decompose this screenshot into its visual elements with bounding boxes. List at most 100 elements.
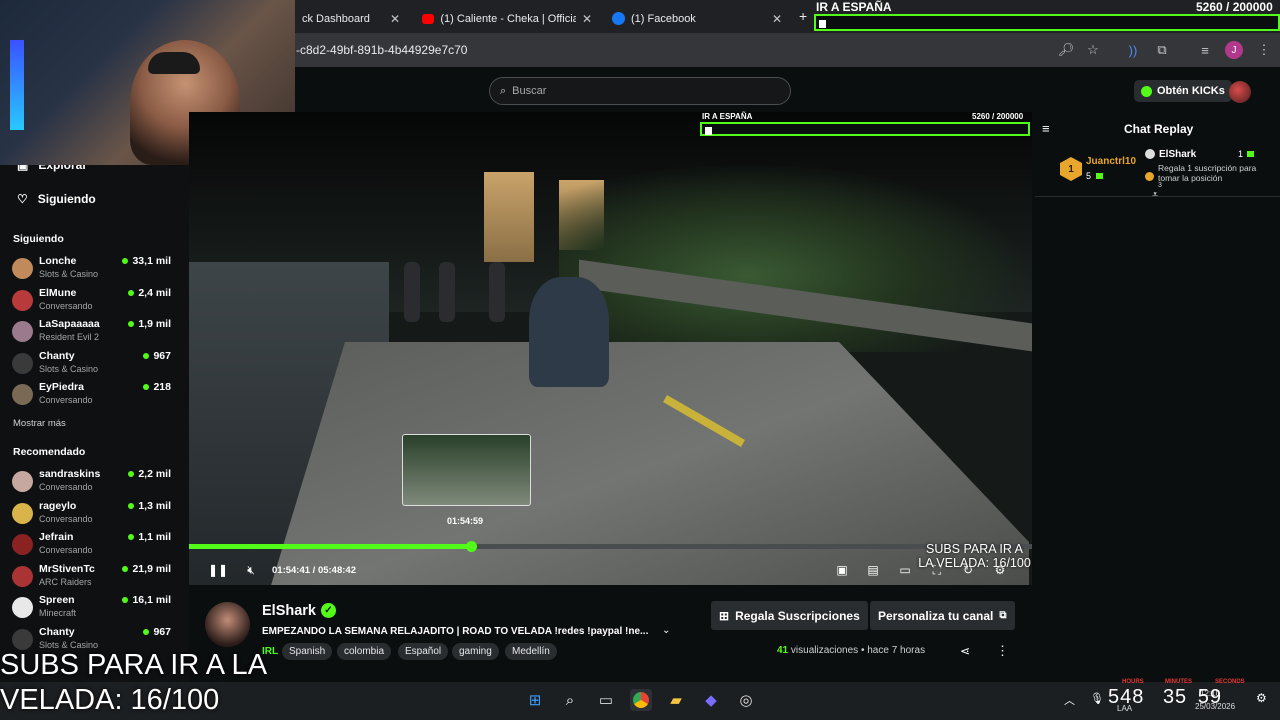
time-separator: / [312, 565, 316, 576]
viewer-count-value: 1,1 mil [138, 531, 171, 544]
seek-bar-handle[interactable] [465, 541, 477, 552]
video-person [489, 262, 505, 322]
video-player[interactable] [189, 112, 1032, 585]
streamer-sub-count: 1 [1238, 149, 1244, 159]
theater-mode-button[interactable]: ▭ [896, 562, 914, 578]
tag-chip[interactable]: colombia [337, 643, 392, 660]
tab-label: ck Dashboard [302, 12, 370, 25]
file-explorer-icon[interactable]: ▰ [665, 689, 687, 711]
profile-icon[interactable]: J [1225, 41, 1243, 59]
notification-icon[interactable]: ⚙ [1256, 691, 1267, 705]
chevron-up-icon[interactable]: ︿ [1064, 692, 1075, 708]
tag-chip[interactable]: gaming [452, 643, 499, 660]
pause-button[interactable]: ❚❚ [208, 562, 228, 578]
channel-category: Slots & Casino [39, 363, 99, 374]
viewer-count: 967 [143, 350, 171, 362]
windows-start-icon[interactable]: ⊞ [524, 689, 546, 711]
youtube-icon [422, 13, 435, 24]
pip-button[interactable]: ▣ [833, 562, 851, 578]
search-icon[interactable]: ⌕ [559, 689, 581, 711]
media-icon[interactable]: ≡ [1196, 41, 1214, 59]
share-icon[interactable]: ⋖ [960, 644, 970, 658]
puzzle-icon[interactable]: ⧉ [1153, 41, 1171, 59]
live-dot-icon [122, 258, 129, 264]
extension-icon[interactable]: )) [1124, 41, 1142, 59]
channel-avatar [12, 502, 33, 524]
clock-frames: 59 [1197, 686, 1222, 708]
viewer-count: 1,3 mil [128, 500, 171, 512]
recommended-channel-row[interactable]: Jefrain Conversando 1,1 mil [12, 531, 177, 561]
tag-chip[interactable]: Español [398, 643, 449, 660]
clock-hours: 5 [1108, 686, 1121, 708]
chrome-icon[interactable] [630, 689, 652, 711]
top-goal-title: IR A ESPAÑA [816, 0, 892, 14]
clock-seconds: 35 [1162, 686, 1188, 708]
collapse-chat-icon[interactable]: ≡ [1042, 121, 1050, 136]
url-field[interactable]: -c8d2-49bf-891b-4b44929e7c70 [296, 43, 467, 57]
channel-avatar[interactable] [205, 602, 250, 647]
app-icon[interactable]: ◆ [700, 689, 722, 711]
channel-name: Jefrain [39, 531, 74, 544]
tab-facebook[interactable]: (1) Facebook ✕ [604, 4, 790, 33]
tab-youtube[interactable]: (1) Caliente - Cheka | Official Vi ✕ [414, 4, 600, 33]
search-placeholder: Buscar [512, 85, 547, 97]
close-icon[interactable]: ✕ [390, 12, 400, 26]
video-person [439, 262, 455, 322]
recommended-channel-row[interactable]: rageylo Conversando 1,3 mil [12, 500, 177, 530]
views-label: visualizaciones [790, 645, 859, 656]
video-cyclist [529, 277, 609, 387]
star-icon[interactable]: ☆ [1084, 41, 1102, 59]
channel-name[interactable]: ElShark [262, 603, 316, 619]
microphone-icon[interactable]: 🎙︎ [1090, 692, 1104, 705]
channel-avatar [12, 321, 33, 343]
recommended-channel-row[interactable]: sandraskins Conversando 2,2 mil [12, 468, 177, 498]
current-time: 01:54:41 [272, 565, 311, 576]
seek-preview-time: 01:54:59 [447, 516, 484, 526]
close-icon[interactable]: ✕ [582, 12, 592, 26]
video-person [404, 262, 420, 322]
channel-avatar [12, 565, 33, 587]
mute-button[interactable]: 🔇︎ [242, 562, 260, 578]
customize-channel-button[interactable]: Personaliza tu canal ⧉ [870, 601, 1015, 630]
more-options-icon[interactable]: ⋮ [996, 643, 1009, 659]
tab-dashboard[interactable]: ck Dashboard ✕ [294, 4, 408, 33]
gifter-count: 5 [1086, 171, 1092, 181]
zoom-icon[interactable]: 🔎︎ [1057, 41, 1075, 59]
views-count: 41 [777, 645, 789, 656]
channel-name: EyPiedra [39, 381, 84, 394]
following-channel-row[interactable]: Chanty Slots & Casino 967 [12, 350, 177, 380]
get-kicks-button[interactable]: Obtén KICKs [1134, 80, 1232, 102]
menu-icon[interactable]: ⋮ [1255, 41, 1273, 59]
gifter-name[interactable]: Juanctrl10 [1086, 156, 1136, 167]
gift-icon: ⊞ [719, 608, 730, 623]
search-input[interactable]: ⌕ Buscar [489, 77, 791, 105]
recommended-channel-row[interactable]: Spreen Minecraft 16,1 mil [12, 594, 177, 624]
following-channel-row[interactable]: ElMune Conversando 2,4 mil [12, 287, 177, 317]
show-more-link[interactable]: Mostrar más [13, 418, 66, 429]
channel-category: Minecraft [39, 608, 77, 619]
streamer-name[interactable]: ElShark [1159, 149, 1196, 160]
close-icon[interactable]: ✕ [772, 12, 782, 26]
sidebar-nav-following[interactable]: ♡ Siguiendo [17, 192, 96, 206]
gift-subs-button[interactable]: ⊞ Regala Suscripciones [711, 601, 868, 630]
goal-progress-bar [700, 122, 1030, 136]
channel-avatar [12, 289, 33, 311]
new-tab-button[interactable]: + [799, 8, 807, 24]
clip-button[interactable]: ▤ [864, 562, 882, 578]
seek-bar[interactable] [189, 541, 1032, 552]
task-view-icon[interactable]: ▭ [595, 689, 617, 711]
following-channel-row[interactable]: Lonche Slots & Casino 33,1 mil [12, 255, 177, 285]
user-avatar[interactable] [1229, 81, 1251, 103]
viewer-count: 2,2 mil [128, 468, 171, 480]
live-dot-icon [128, 502, 135, 509]
following-channel-row[interactable]: EyPiedra Conversando 218 [12, 381, 177, 411]
channel-avatar [12, 384, 33, 406]
chevron-down-icon[interactable]: ⌄ [662, 625, 670, 636]
viewer-count-value: 967 [153, 349, 171, 362]
tag-chip[interactable]: Medellín [505, 643, 557, 660]
obs-icon[interactable]: ◎ [735, 689, 757, 711]
time-display: 01:54:41 / 05:48:42 [272, 565, 356, 576]
following-channel-row[interactable]: LaSapaaaaa Resident Evil 2 1,9 mil [12, 318, 177, 348]
chat-title: Chat Replay [1124, 122, 1194, 136]
recommended-channel-row[interactable]: MrStivenTc ARC Raiders 21,9 mil [12, 563, 177, 593]
